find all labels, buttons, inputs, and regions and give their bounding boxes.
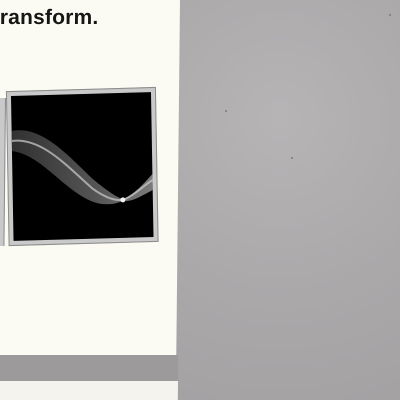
desk-speck — [389, 14, 391, 16]
desk-speck — [225, 110, 227, 112]
sinogram-graphic — [11, 130, 154, 205]
intersection-point — [120, 197, 126, 203]
desk-speck — [291, 157, 293, 159]
page-shadow-strip — [0, 355, 179, 381]
figure-frame — [5, 86, 159, 247]
figure-image — [10, 92, 154, 241]
paper-page: ransform. — [0, 0, 181, 400]
neighbor-figure-edge — [0, 98, 6, 246]
next-page-edge — [0, 381, 179, 400]
caption-text: ransform. — [0, 6, 99, 29]
